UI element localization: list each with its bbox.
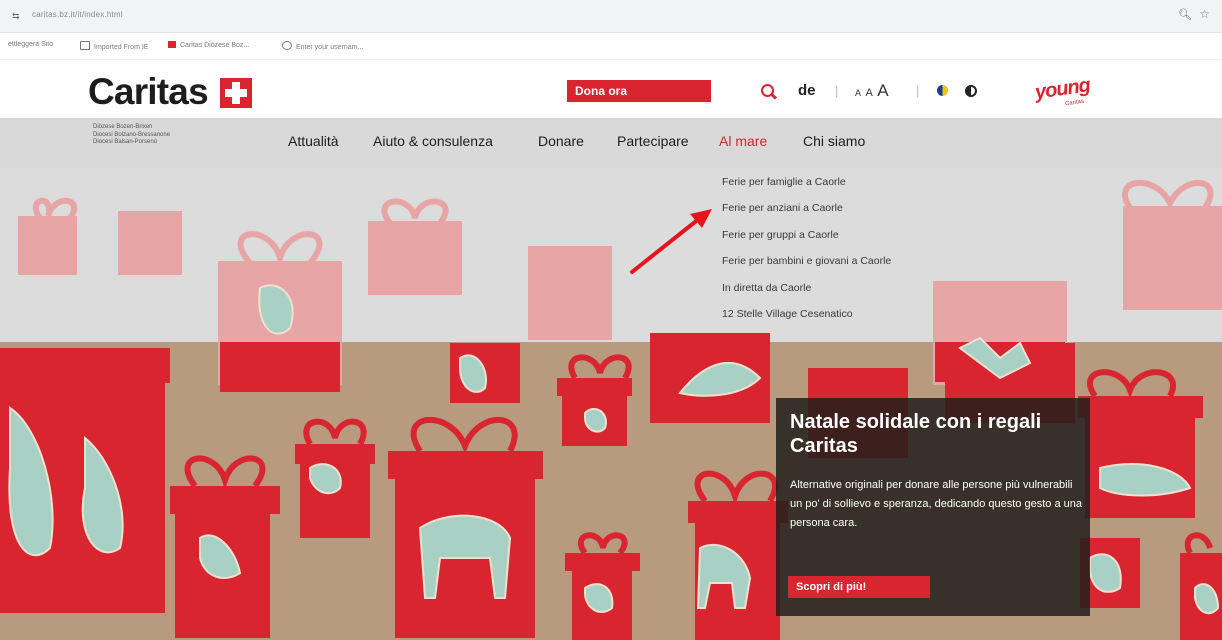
donate-button[interactable]: Dona ora bbox=[567, 80, 711, 102]
submenu-item[interactable]: In diretta da Caorle bbox=[722, 282, 811, 294]
search-icon[interactable] bbox=[761, 84, 774, 97]
learn-more-button[interactable]: Scopri di più! bbox=[788, 576, 930, 598]
diocese-line: Diözese Bozen-Brixen bbox=[93, 124, 153, 130]
submenu-item[interactable]: Ferie per famiglie a Caorle bbox=[722, 176, 846, 188]
main-navigation bbox=[0, 118, 1222, 168]
diocese-line: Diocesi Balsan-Porsenù bbox=[93, 139, 158, 145]
bookmarks-bar: ettleggera Sito Imported From IE Caritas… bbox=[0, 33, 1222, 60]
font-size-medium[interactable]: A bbox=[865, 87, 872, 99]
font-size-control: A A A bbox=[855, 80, 889, 104]
site-info-icon[interactable]: ⇆ bbox=[12, 11, 20, 22]
nav-item-attualita[interactable]: Attualità bbox=[288, 133, 339, 149]
bookmark-label: Imported From IE bbox=[94, 44, 149, 51]
font-size-large[interactable]: A bbox=[877, 81, 888, 100]
nav-item-al-mare[interactable]: Al mare bbox=[719, 133, 767, 149]
promo-description: Alternative originali per donare alle pe… bbox=[790, 479, 1082, 529]
nav-item-chi-siamo[interactable]: Chi siamo bbox=[803, 133, 865, 149]
bookmark-star-icon[interactable]: ☆ bbox=[1199, 7, 1210, 21]
promo-title: Natale solidale con i regali Caritas bbox=[790, 411, 1042, 457]
caritas-logo[interactable]: Caritas bbox=[88, 71, 209, 113]
globe-icon bbox=[282, 41, 292, 50]
language-switch[interactable]: de bbox=[798, 80, 816, 102]
separator: | bbox=[916, 83, 920, 98]
contrast-icon[interactable] bbox=[965, 85, 977, 97]
color-scheme-icon[interactable] bbox=[937, 85, 948, 96]
promo-card: Natale solidale con i regali Caritas Alt… bbox=[776, 398, 1090, 616]
diocese-line: Diocesi Bolzano-Bressanone bbox=[93, 131, 171, 138]
nav-item-donare[interactable]: Donare bbox=[538, 133, 584, 149]
separator: | bbox=[835, 83, 839, 98]
bookmark-item[interactable]: Enter your usernam... bbox=[282, 41, 363, 51]
browser-address-bar[interactable]: ⇆ caritas.bz.it/it/index.html 🔍︎ ☆ bbox=[0, 0, 1222, 33]
nav-item-aiuto-consulenza[interactable]: Aiuto & consulenza bbox=[373, 133, 493, 149]
bookmark-label: Caritas Diözese Boz... bbox=[180, 42, 250, 49]
url-text[interactable]: caritas.bz.it/it/index.html bbox=[32, 10, 123, 19]
bookmark-item[interactable]: Caritas Diözese Boz... bbox=[168, 41, 249, 49]
submenu-item[interactable]: Ferie per bambini e giovani a Caorle bbox=[722, 255, 891, 267]
bookmark-item[interactable]: Imported From IE bbox=[80, 41, 148, 51]
zoom-icon[interactable]: 🔍︎ bbox=[1178, 8, 1192, 21]
caritas-cross-icon[interactable] bbox=[220, 78, 252, 108]
submenu-item[interactable]: Ferie per anziani a Caorle bbox=[722, 202, 843, 214]
folder-icon bbox=[80, 41, 90, 50]
bookmark-label: Enter your usernam... bbox=[296, 44, 364, 51]
font-size-small[interactable]: A bbox=[855, 88, 861, 98]
diocese-label: Diözese Bozen-Brixen Diocesi Bolzano-Bre… bbox=[93, 124, 170, 147]
bookmark-item[interactable]: ettleggera Sito bbox=[8, 41, 53, 48]
submenu-item[interactable]: 12 Stelle Village Cesenatico bbox=[722, 308, 853, 320]
caritas-icon bbox=[168, 41, 176, 48]
bookmark-label: ettleggera Sito bbox=[8, 41, 54, 48]
submenu-item[interactable]: Ferie per gruppi a Caorle bbox=[722, 229, 839, 241]
nav-item-partecipare[interactable]: Partecipare bbox=[617, 133, 689, 149]
